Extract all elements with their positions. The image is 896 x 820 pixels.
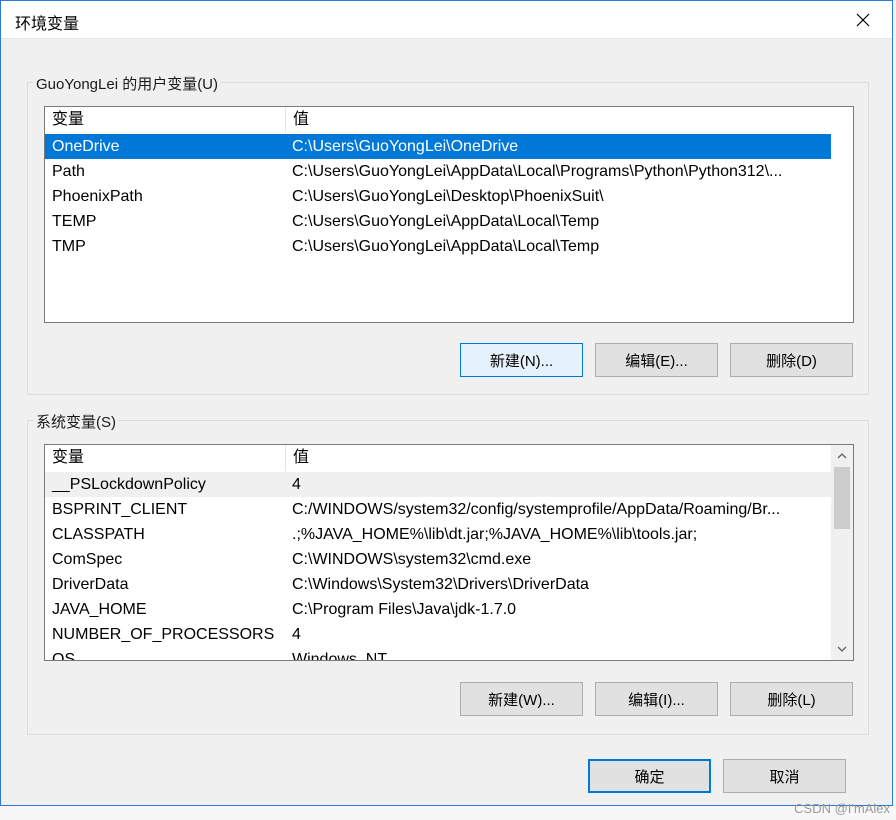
dialog-title: 环境变量: [15, 16, 80, 33]
list-item[interactable]: __PSLockdownPolicy 4: [45, 472, 831, 497]
variable-name: TMP: [52, 237, 86, 255]
variable-name: NUMBER_OF_PROCESSORS: [52, 625, 275, 643]
close-button[interactable]: [840, 1, 886, 38]
user-delete-button[interactable]: 删除(D): [730, 343, 853, 377]
user-variables-list[interactable]: 变量 值 OneDrive C:\Users\GuoYongLei\OneDriv…: [44, 106, 854, 323]
system-variables-list[interactable]: 变量 值 __PSLockdownPolicy 4 BSPRINT_CLIENT C:…: [44, 444, 854, 661]
list-item[interactable]: DriverData C:\Windows\System32\Drivers\Dr…: [45, 572, 831, 597]
system-variables-label: 系统变量(S): [34, 411, 118, 432]
environment-variables-dialog: 环境变量 GuoYongLei 的用户变量(U) 变量 值 OneDrive C:…: [0, 0, 893, 806]
user-variables-rows: OneDrive C:\Users\GuoYongLei\OneDrive Path…: [45, 134, 853, 259]
list-item[interactable]: PhoenixPath C:\Users\GuoYongLei\Desktop\P…: [45, 184, 853, 209]
variable-name: PhoenixPath: [52, 187, 143, 205]
variable-value: C:\Users\GuoYongLei\Desktop\PhoenixSuit\: [292, 187, 604, 205]
variable-value: C:\Users\GuoYongLei\OneDrive: [292, 137, 519, 155]
list-item[interactable]: OneDrive C:\Users\GuoYongLei\OneDrive: [45, 134, 831, 159]
scrollbar-thumb[interactable]: [834, 467, 850, 529]
variable-name: TEMP: [52, 212, 97, 230]
list-item[interactable]: Path C:\Users\GuoYongLei\AppData\Local\Pr…: [45, 159, 853, 184]
variable-name: OS: [52, 650, 76, 661]
variable-value: C:/WINDOWS/system32/config/systemprofile…: [292, 500, 781, 518]
user-new-button[interactable]: 新建(N)...: [460, 343, 583, 377]
scroll-up-arrow[interactable]: [831, 447, 853, 465]
column-header-value[interactable]: 值: [286, 445, 831, 471]
list-item[interactable]: OS Windows_NT: [45, 647, 831, 661]
chevron-down-icon: [837, 646, 847, 652]
variable-value: Windows_NT: [292, 650, 388, 661]
list-item[interactable]: BSPRINT_CLIENT C:/WINDOWS/system32/config…: [45, 497, 831, 522]
variable-value: C:\Windows\System32\Drivers\DriverData: [292, 575, 589, 593]
variable-value: C:\Users\GuoYongLei\AppData\Local\Progra…: [292, 162, 783, 180]
variable-name: __PSLockdownPolicy: [52, 475, 206, 493]
column-header-variable[interactable]: 变量: [45, 107, 286, 133]
variable-value: C:\Program Files\Java\jdk-1.7.0: [292, 600, 517, 618]
title-bar: 环境变量: [1, 1, 892, 39]
column-header-value[interactable]: 值: [286, 107, 853, 133]
system-variables-rows: __PSLockdownPolicy 4 BSPRINT_CLIENT C:/WIND…: [45, 472, 831, 661]
list-item[interactable]: TEMP C:\Users\GuoYongLei\AppData\Local\Te…: [45, 209, 853, 234]
system-edit-button[interactable]: 编辑(I)...: [595, 682, 718, 716]
chevron-up-icon: [837, 453, 847, 459]
variable-name: BSPRINT_CLIENT: [52, 500, 188, 518]
column-header-variable[interactable]: 变量: [45, 445, 286, 471]
variable-name: OneDrive: [52, 137, 120, 155]
system-delete-button[interactable]: 删除(L): [730, 682, 853, 716]
variable-name: Path: [52, 162, 85, 180]
variable-name: DriverData: [52, 575, 129, 593]
variable-name: ComSpec: [52, 550, 123, 568]
user-edit-button[interactable]: 编辑(E)...: [595, 343, 718, 377]
list-header: 变量 值: [45, 107, 853, 133]
variable-value: 4: [292, 625, 301, 643]
vertical-scrollbar[interactable]: [831, 445, 853, 660]
variable-value: .;%JAVA_HOME%\lib\dt.jar;%JAVA_HOME%\lib…: [292, 525, 698, 543]
list-item[interactable]: JAVA_HOME C:\Program Files\Java\jdk-1.7.0: [45, 597, 831, 622]
variable-name: CLASSPATH: [52, 525, 145, 543]
list-item[interactable]: TMP C:\Users\GuoYongLei\AppData\Local\Tem…: [45, 234, 853, 259]
user-variables-label: GuoYongLei 的用户变量(U): [34, 73, 221, 94]
watermark: CSDN @I'mAlex: [794, 801, 890, 816]
variable-value: C:\WINDOWS\system32\cmd.exe: [292, 550, 532, 568]
scroll-down-arrow[interactable]: [831, 640, 853, 658]
variable-value: C:\Users\GuoYongLei\AppData\Local\Temp: [292, 212, 600, 230]
list-item[interactable]: ComSpec C:\WINDOWS\system32\cmd.exe: [45, 547, 831, 572]
variable-name: JAVA_HOME: [52, 600, 147, 618]
system-new-button[interactable]: 新建(W)...: [460, 682, 583, 716]
close-icon: [856, 13, 870, 26]
list-header: 变量 值: [45, 445, 831, 471]
list-item[interactable]: NUMBER_OF_PROCESSORS 4: [45, 622, 831, 647]
variable-value: 4: [292, 475, 301, 493]
cancel-button[interactable]: 取消: [723, 759, 846, 793]
variable-value: C:\Users\GuoYongLei\AppData\Local\Temp: [292, 237, 600, 255]
ok-button[interactable]: 确定: [588, 759, 711, 793]
list-item[interactable]: CLASSPATH .;%JAVA_HOME%\lib\dt.jar;%JAVA_…: [45, 522, 831, 547]
